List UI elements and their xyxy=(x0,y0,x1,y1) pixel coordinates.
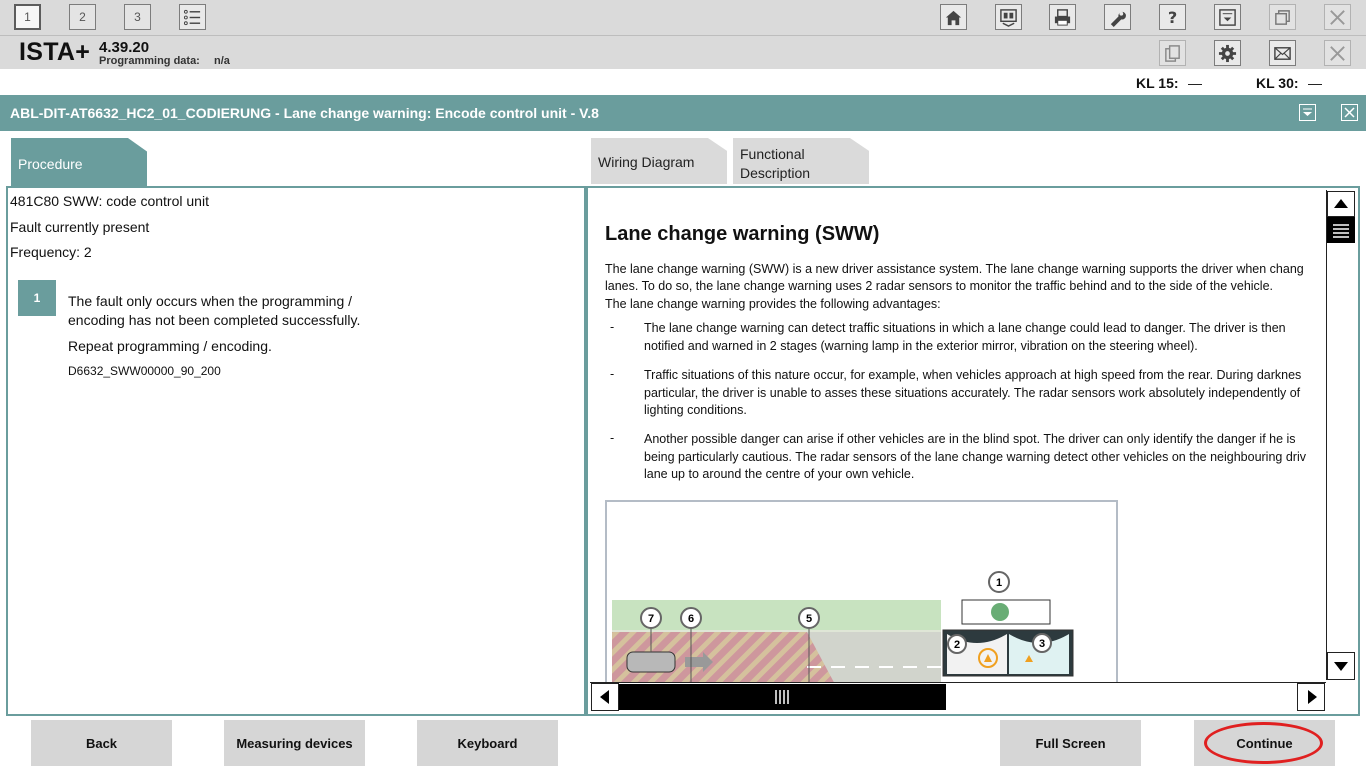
back-button[interactable]: Back xyxy=(31,720,172,766)
tab-procedure-label: Procedure xyxy=(18,156,83,172)
step-code: D6632_SWW00000_90_200 xyxy=(68,364,221,378)
kl15-value: — xyxy=(1188,75,1202,91)
kl30-label: KL 30: xyxy=(1256,75,1299,91)
figure-callout-7: 7 xyxy=(648,613,654,625)
workspace-1-label: 1 xyxy=(24,10,31,24)
procedure-title: ABL-DIT-AT6632_HC2_01_CODIERUNG - Lane c… xyxy=(10,105,599,121)
figure-callout-1: 1 xyxy=(996,577,1002,589)
kl30-value: — xyxy=(1308,75,1322,91)
figure-callout-6: 6 xyxy=(688,613,694,625)
close-secondary-icon[interactable] xyxy=(1324,40,1351,66)
vehicle-info-icon[interactable] xyxy=(995,4,1022,30)
app-version: 4.39.20 xyxy=(99,39,150,56)
bullet-dash: - xyxy=(610,320,615,334)
step-description-line2: encoding has not been completed successf… xyxy=(68,312,361,328)
close-icon[interactable] xyxy=(1324,4,1351,30)
settings-gear-icon[interactable] xyxy=(1214,40,1241,66)
bullet3-line3: lane up to around the centre of your own… xyxy=(644,467,915,481)
kl15-label: KL 15: xyxy=(1136,75,1179,91)
svg-text:?: ? xyxy=(1168,8,1177,27)
workspace-3-label: 3 xyxy=(134,10,141,24)
wrench-icon[interactable] xyxy=(1104,4,1131,30)
collapse-dropdown-icon[interactable] xyxy=(1299,104,1316,121)
keyboard-button[interactable]: Keyboard xyxy=(417,720,558,766)
fault-code: 481C80 SWW: code control unit xyxy=(10,193,209,209)
workspace-1-button[interactable]: 1 xyxy=(14,4,41,30)
vertical-scroll-thumb[interactable] xyxy=(1327,217,1355,243)
doc-intro-line2: lanes. To do so, the lane change warning… xyxy=(605,279,1274,293)
window-restore-icon[interactable] xyxy=(1269,4,1296,30)
vertical-scrollbar[interactable] xyxy=(1326,190,1357,680)
help-icon[interactable]: ? xyxy=(1159,4,1186,30)
bullet-dash: - xyxy=(610,367,615,381)
bullet2-line2: particular, the driver is unable to asse… xyxy=(644,386,1301,400)
download-icon[interactable] xyxy=(1214,4,1241,30)
document-panel: Lane change warning (SWW) The lane chang… xyxy=(586,186,1360,716)
tab-wiring-diagram-label: Wiring Diagram xyxy=(598,154,695,170)
bullet2-line3: lighting conditions. xyxy=(644,403,747,417)
figure-callout-2: 2 xyxy=(954,639,960,651)
bullet1-line1: The lane change warning can detect traff… xyxy=(644,321,1286,335)
procedure-panel xyxy=(6,186,586,716)
doc-title: Lane change warning (SWW) xyxy=(605,223,880,245)
scroll-down-arrow-icon[interactable] xyxy=(1327,652,1355,680)
doc-intro-line3: The lane change warning provides the fol… xyxy=(605,297,941,311)
step-action: Repeat programming / encoding. xyxy=(68,338,272,354)
close-procedure-icon[interactable] xyxy=(1341,104,1358,121)
bullet1-line2: notified and warned in 2 stages (warning… xyxy=(644,339,1198,353)
fault-status: Fault currently present xyxy=(10,219,150,235)
list-icon[interactable] xyxy=(179,4,206,30)
full-screen-button[interactable]: Full Screen xyxy=(1000,720,1141,766)
programming-data-value: n/a xyxy=(214,55,230,67)
bullet-dash: - xyxy=(610,431,615,445)
documents-icon[interactable] xyxy=(1159,40,1186,66)
tab-functional-line1: Functional xyxy=(740,146,805,162)
scroll-left-arrow-icon[interactable] xyxy=(591,683,619,711)
bullet3-line1: Another possible danger can arise if oth… xyxy=(644,432,1296,446)
tab-functional-line2: Description xyxy=(740,165,811,181)
doc-intro-line1: The lane change warning (SWW) is a new d… xyxy=(605,262,1304,276)
lane-change-figure: 7 6 5 1 2 3 xyxy=(605,500,1118,682)
step-description-line1: The fault only occurs when the programmi… xyxy=(68,293,353,309)
workspace-3-button[interactable]: 3 xyxy=(124,4,151,30)
bullet2-line1: Traffic situations of this nature occur,… xyxy=(644,368,1302,382)
scroll-up-arrow-icon[interactable] xyxy=(1327,191,1355,217)
workspace-2-button[interactable]: 2 xyxy=(69,4,96,30)
programming-data-label: Programming data: xyxy=(99,55,200,67)
continue-button[interactable]: Continue xyxy=(1194,720,1335,766)
scroll-right-arrow-icon[interactable] xyxy=(1297,683,1325,711)
step-number-badge: 1 xyxy=(18,280,56,316)
mail-icon[interactable] xyxy=(1269,40,1296,66)
horizontal-scroll-thumb[interactable] xyxy=(619,684,946,710)
bullet3-line2: being particularly cautious. The radar s… xyxy=(644,450,1306,464)
tab-functional-description-label: Functional Description xyxy=(740,145,850,183)
measuring-devices-button[interactable]: Measuring devices xyxy=(224,720,365,766)
workspace-2-label: 2 xyxy=(79,10,86,24)
app-name: ISTA+ xyxy=(19,38,91,66)
document-content: Lane change warning (SWW) The lane chang… xyxy=(605,188,1345,682)
figure-callout-5: 5 xyxy=(806,613,812,625)
figure-callout-3: 3 xyxy=(1039,638,1045,650)
print-icon[interactable] xyxy=(1049,4,1076,30)
fault-frequency: Frequency: 2 xyxy=(10,244,92,260)
home-icon[interactable] xyxy=(940,4,967,30)
